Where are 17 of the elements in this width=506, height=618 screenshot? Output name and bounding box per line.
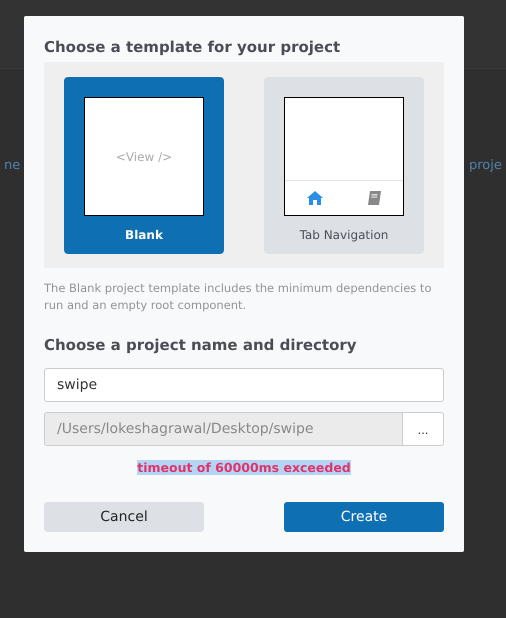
template-card[interactable]: <View /> Blank [64,77,224,254]
project-name-field[interactable]: swipe [44,368,444,402]
template-card[interactable]: Tab Navigation [264,77,424,254]
browse-button[interactable]: ... [403,412,444,446]
background-text: ne [4,158,20,173]
cancel-button[interactable]: Cancel [44,502,204,532]
error-message: timeout of 60000ms exceeded [137,460,351,475]
book-icon [366,190,382,206]
template-label: Blank [125,228,163,242]
template-description: The Blank project template includes the minimum dependencies to run and an empty root component. [44,280,432,314]
preview-text: <View /> [116,150,172,164]
template-label: Tab Navigation [300,228,388,242]
section-heading: Choose a project name and directory [44,335,358,356]
section-heading: Choose a template for your project [44,37,342,58]
background-text: proje [469,158,502,173]
home-icon [306,190,324,206]
create-button[interactable]: Create [284,502,444,532]
